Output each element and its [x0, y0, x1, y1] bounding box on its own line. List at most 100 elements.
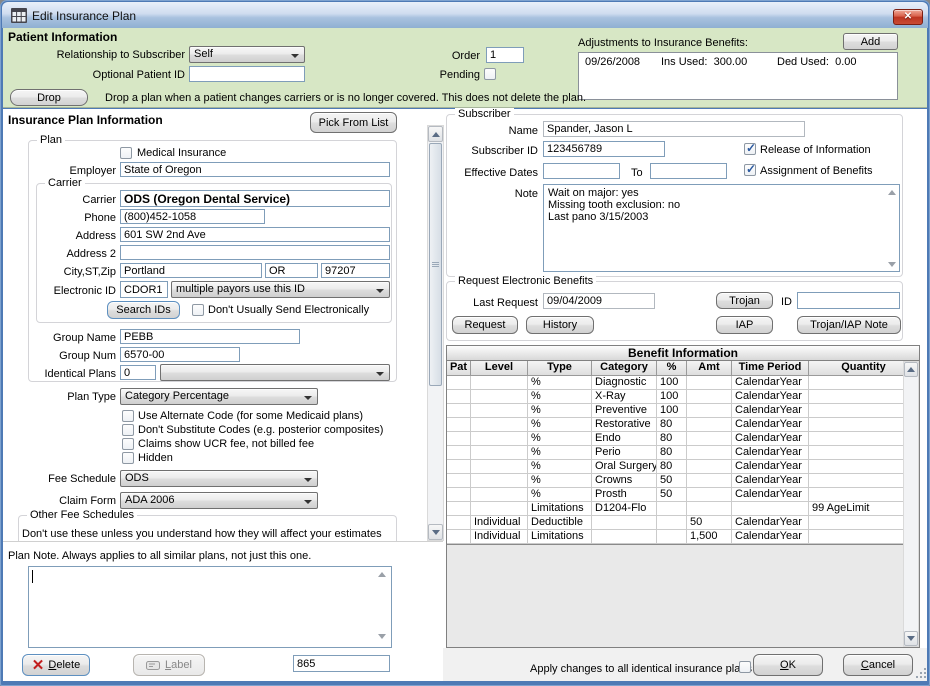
trojan-iap-note-button[interactable]: Trojan/IAP Note	[797, 316, 901, 334]
benefit-cell-pat	[447, 530, 471, 543]
benefit-row[interactable]: %Crowns50CalendarYear	[447, 474, 919, 488]
benefit-cell-level	[471, 474, 528, 487]
benefit-cell-period	[732, 502, 809, 515]
carrier-field[interactable]	[120, 190, 390, 207]
order-field[interactable]	[486, 47, 524, 63]
trojan-id-field[interactable]	[797, 292, 900, 309]
city-field[interactable]	[120, 263, 262, 278]
benefit-row[interactable]: IndividualDeductible50CalendarYear	[447, 516, 919, 530]
benefit-column-header[interactable]: Time Period	[732, 361, 809, 375]
delete-button[interactable]: ✕ Delete	[22, 654, 90, 676]
phone-field[interactable]	[120, 209, 265, 224]
benefit-row[interactable]: %Preventive100CalendarYear	[447, 404, 919, 418]
benefit-cell-category: D1204-Flo	[592, 502, 657, 515]
drop-button[interactable]: Drop	[10, 89, 88, 106]
optional-patient-id-field[interactable]	[189, 66, 305, 82]
subscriber-note-scroll-up-icon[interactable]	[888, 190, 896, 195]
note-scroll-down-icon[interactable]	[378, 634, 386, 639]
plan-type-select[interactable]: Category Percentage	[120, 388, 318, 405]
subscriber-note-textarea[interactable]: Wait on major: yes Missing tooth exclusi…	[543, 184, 900, 272]
relationship-select[interactable]: Self	[189, 46, 305, 63]
resize-grip-icon[interactable]	[924, 676, 926, 678]
pick-from-list-button[interactable]: Pick From List	[310, 112, 397, 133]
close-button[interactable]: ✕	[893, 9, 923, 25]
address-field[interactable]	[120, 227, 390, 242]
left-panel-scrollbar[interactable]	[427, 125, 444, 541]
scrollbar-thumb[interactable]	[429, 143, 442, 386]
history-button[interactable]: History	[526, 316, 594, 334]
address2-field[interactable]	[120, 245, 390, 260]
benefit-column-header[interactable]: %	[657, 361, 687, 375]
use-alternate-code-checkbox[interactable]	[122, 410, 134, 422]
payor-id-select[interactable]: multiple payors use this ID	[171, 281, 390, 298]
benefit-row[interactable]: IndividualLimitations1,500CalendarYear	[447, 530, 919, 544]
benefit-column-header[interactable]: Category	[592, 361, 657, 375]
cancel-button[interactable]: Cancel	[843, 654, 913, 676]
benefit-row[interactable]: %Restorative80CalendarYear	[447, 418, 919, 432]
benefit-row[interactable]: %Perio80CalendarYear	[447, 446, 919, 460]
state-field[interactable]	[265, 263, 318, 278]
apply-changes-checkbox[interactable]	[739, 661, 751, 673]
claim-form-select[interactable]: ADA 2006	[120, 492, 318, 509]
plan-id-field[interactable]	[293, 655, 390, 672]
add-adjustment-button[interactable]: Add	[843, 33, 898, 50]
trojan-button[interactable]: Trojan	[716, 292, 773, 309]
effective-from-field[interactable]	[543, 163, 620, 179]
scroll-down-button[interactable]	[428, 524, 443, 540]
benefit-cell-category: X-Ray	[592, 390, 657, 403]
adjustment-ins-used[interactable]: Ins Used: 300.00	[661, 56, 747, 69]
group-num-field[interactable]	[120, 347, 240, 362]
release-of-information-checkbox[interactable]	[744, 143, 756, 155]
zip-field[interactable]	[321, 263, 390, 278]
adjustments-listbox[interactable]: 09/26/2008 Ins Used: 300.00 Ded Used: 0.…	[578, 52, 898, 100]
group-name-field[interactable]	[120, 329, 300, 344]
hidden-checkbox[interactable]	[122, 452, 134, 464]
employer-field[interactable]	[120, 162, 390, 177]
electronic-id-field[interactable]	[120, 281, 168, 298]
search-ids-button[interactable]: Search IDs	[107, 301, 180, 319]
use-alternate-code-label: Use Alternate Code (for some Medicaid pl…	[138, 410, 363, 423]
dont-send-electronically-checkbox[interactable]	[192, 304, 204, 316]
iap-button[interactable]: IAP	[716, 316, 773, 334]
dont-substitute-codes-checkbox[interactable]	[122, 424, 134, 436]
assignment-of-benefits-checkbox[interactable]	[744, 164, 756, 176]
pending-checkbox[interactable]	[484, 68, 496, 80]
benefit-column-header[interactable]: Level	[471, 361, 528, 375]
benefit-cell-pct: 80	[657, 460, 687, 473]
effective-to-field[interactable]	[650, 163, 727, 179]
benefit-table-scrollbar[interactable]	[903, 361, 919, 647]
text-caret	[32, 570, 33, 583]
fee-schedule-select[interactable]: ODS	[120, 470, 318, 487]
table-scroll-down-button[interactable]	[904, 631, 918, 646]
benefit-cell-period: CalendarYear	[732, 432, 809, 445]
medical-insurance-label: Medical Insurance	[137, 147, 226, 160]
benefit-row[interactable]: LimitationsD1204-Flo99 AgeLimit	[447, 502, 919, 516]
benefit-row[interactable]: %Endo80CalendarYear	[447, 432, 919, 446]
table-scroll-up-button[interactable]	[904, 362, 918, 377]
claims-show-ucr-checkbox[interactable]	[122, 438, 134, 450]
plan-note-textarea[interactable]	[28, 566, 392, 648]
benefit-column-header[interactable]: Amt	[687, 361, 732, 375]
benefit-cell-pat	[447, 516, 471, 529]
ok-button[interactable]: OK	[753, 654, 823, 676]
edit-insurance-plan-window: Edit Insurance Plan ✕ Patient Informatio…	[0, 0, 930, 686]
title-bar[interactable]: Edit Insurance Plan ✕	[2, 2, 928, 28]
label-button[interactable]: Label	[133, 654, 205, 676]
benefit-row[interactable]: %X-Ray100CalendarYear	[447, 390, 919, 404]
request-benefits-group-label: Request Electronic Benefits	[455, 275, 596, 288]
subscriber-note-scroll-down-icon[interactable]	[888, 262, 896, 267]
medical-insurance-checkbox[interactable]	[120, 147, 132, 159]
subscriber-id-field[interactable]	[543, 141, 665, 157]
scroll-up-button[interactable]	[428, 126, 443, 142]
adjustment-date[interactable]: 09/26/2008	[585, 56, 640, 69]
request-button[interactable]: Request	[452, 316, 518, 334]
benefit-column-header[interactable]: Type	[528, 361, 592, 375]
identical-plans-select[interactable]	[160, 364, 390, 381]
benefit-row[interactable]: %Prosth50CalendarYear	[447, 488, 919, 502]
benefit-column-header[interactable]: Pat	[447, 361, 471, 375]
benefit-row[interactable]: %Diagnostic100CalendarYear	[447, 376, 919, 390]
adjustment-ded-used[interactable]: Ded Used: 0.00	[777, 56, 857, 69]
benefit-row[interactable]: %Oral Surgery80CalendarYear	[447, 460, 919, 474]
identical-plans-field[interactable]	[120, 365, 156, 380]
note-scroll-up-icon[interactable]	[378, 572, 386, 577]
